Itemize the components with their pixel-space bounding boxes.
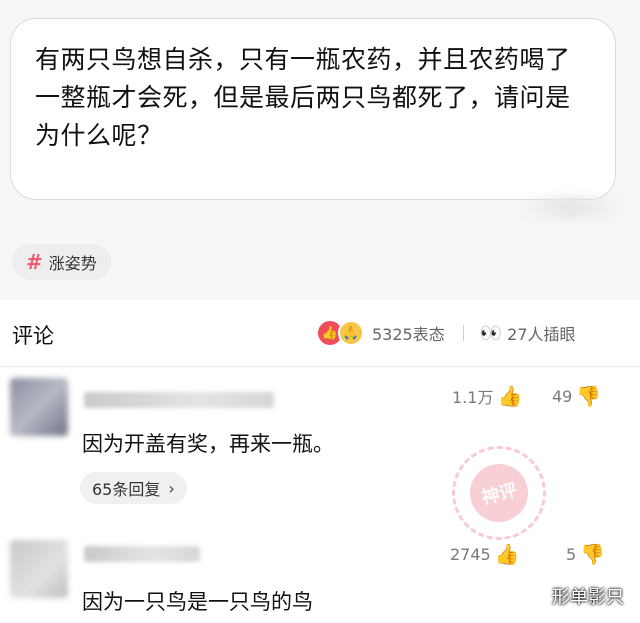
question-card: 有两只鸟想自杀，只有一瓶农药，并且农药喝了一整瓶才会死，但是最后两只鸟都死了，请… <box>10 18 616 200</box>
thumb-up-icon: 👍 <box>497 384 523 408</box>
reply-count-label: 65条回复 <box>92 480 161 499</box>
divider <box>462 325 464 341</box>
topic-tag-label: 涨姿势 <box>48 254 97 273</box>
like-count: 2745 <box>450 544 491 564</box>
stamp-label: 神评 <box>463 457 535 529</box>
dislike-count: 49 <box>552 386 573 406</box>
dislike-count: 5 <box>566 544 577 564</box>
avatar[interactable] <box>10 540 68 598</box>
blurred-overlay <box>520 196 620 218</box>
username-blurred[interactable] <box>84 546 200 562</box>
topic-tag[interactable]: # 涨姿势 <box>12 244 111 280</box>
dislike-button[interactable]: 49 👎 <box>552 384 601 408</box>
reaction-count: 5325表态 <box>372 325 445 344</box>
dislike-button[interactable]: 5 👎 <box>566 542 605 566</box>
comment-item: 1.1万 👍 49 👎 神评 因为开盖有奖，再来一瓶。 65条回复 › <box>0 366 640 550</box>
view-replies-button[interactable]: 65条回复 › <box>80 472 187 504</box>
eyes-icon: 👀 <box>479 322 502 344</box>
hashtag-icon: # <box>26 250 43 274</box>
reactions-summary[interactable]: 👍 🙏 5325表态 👀 27人插眼 <box>318 320 576 346</box>
chevron-right-icon: › <box>168 478 175 498</box>
watching-count: 27人插眼 <box>507 325 576 344</box>
hand-reaction-icon: 🙏 <box>338 320 364 346</box>
comment-text: 因为开盖有奖，再来一瓶。 <box>82 432 334 456</box>
comments-title: 评论 <box>12 324 54 348</box>
question-text: 有两只鸟想自杀，只有一瓶农药，并且农药喝了一整瓶才会死，但是最后两只鸟都死了，请… <box>35 45 571 150</box>
comments-section: 评论 👍 🙏 5325表态 👀 27人插眼 1.1万 👍 49 👎 神评 因为开… <box>0 300 640 623</box>
like-count: 1.1万 <box>452 388 494 407</box>
watermark: 形单影只 <box>552 587 624 608</box>
thumb-up-icon: 👍 <box>494 542 520 566</box>
avatar[interactable] <box>10 378 68 436</box>
comment-text: 因为一只鸟是一只鸟的鸟 <box>82 590 313 614</box>
thumb-down-icon: 👎 <box>580 542 606 566</box>
comments-header: 评论 👍 🙏 5325表态 👀 27人插眼 <box>0 300 640 367</box>
comment-item: 2745 👍 5 👎 因为一只鸟是一只鸟的鸟 <box>0 532 640 623</box>
username-blurred[interactable] <box>84 392 274 408</box>
thumb-down-icon: 👎 <box>576 384 602 408</box>
like-button[interactable]: 2745 👍 <box>450 542 520 566</box>
like-button[interactable]: 1.1万 👍 <box>452 384 522 408</box>
